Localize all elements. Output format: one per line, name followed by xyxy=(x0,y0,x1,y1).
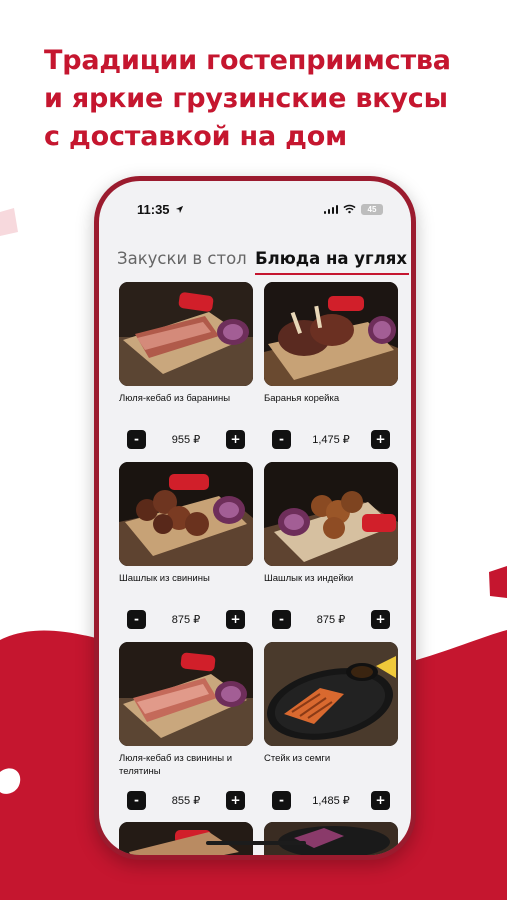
product-card[interactable] xyxy=(119,822,253,855)
tab-grill-dishes[interactable]: Блюда на углях xyxy=(255,249,409,275)
increase-button[interactable]: + xyxy=(225,429,245,449)
decrease-button[interactable]: - xyxy=(272,609,291,629)
quantity-stepper: - 955 ₽ + xyxy=(127,429,245,449)
product-price: 1,485 ₽ xyxy=(312,794,350,807)
product-card[interactable]: Люля-кебаб из свинины и телятины xyxy=(119,642,253,780)
decrease-button[interactable]: - xyxy=(272,429,291,449)
headline-line-3: с доставкой на дом xyxy=(44,121,348,152)
wifi-icon xyxy=(343,204,356,214)
product-card[interactable]: Люля-кебаб из баранины xyxy=(119,282,253,420)
lula-kebab-lamb-photo xyxy=(119,282,253,386)
lula-kebab-pork-veal-photo xyxy=(119,642,253,746)
quantity-stepper: - 875 ₽ + xyxy=(272,609,390,629)
status-time: 11:35 xyxy=(137,201,170,217)
increase-button[interactable]: + xyxy=(371,429,390,449)
quantity-stepper: - 875 ₽ + xyxy=(127,609,245,629)
product-name: Стейк из семги xyxy=(264,753,331,764)
decrease-button[interactable]: - xyxy=(272,790,291,810)
product-price: 855 ₽ xyxy=(171,794,201,807)
product-name: Шашлык из индейки xyxy=(264,573,354,584)
tab-snacks[interactable]: Закуски в стол xyxy=(117,249,247,268)
pork-shashlik-photo xyxy=(119,462,253,566)
product-price: 875 ₽ xyxy=(171,613,201,626)
home-indicator[interactable] xyxy=(206,841,306,845)
salmon-steak-photo xyxy=(264,642,398,746)
headline-line-2: и яркие грузинские вкусы xyxy=(44,83,448,114)
quantity-stepper: - 855 ₽ + xyxy=(127,790,245,810)
product-card[interactable]: Шашлык из индейки xyxy=(264,462,398,600)
product-card[interactable]: Шашлык из свинины xyxy=(119,462,253,600)
product-name: Люля-кебаб из свинины и телятины xyxy=(119,753,233,777)
category-tabs: Закуски в стол Блюда на углях xyxy=(117,249,409,275)
product-price: 1,475 ₽ xyxy=(312,433,350,446)
phone-frame: 11:35 45 Закуски в стол Блюда на углях Л… xyxy=(94,176,416,860)
battery-icon: 45 xyxy=(361,203,383,215)
decrease-button[interactable]: - xyxy=(127,429,146,449)
increase-button[interactable]: + xyxy=(370,609,390,629)
product-price: 875 ₽ xyxy=(316,613,346,626)
turkey-shashlik-photo xyxy=(264,462,398,566)
lamb-rack-photo xyxy=(264,282,398,386)
headline: Традиции гостеприимства и яркие грузинск… xyxy=(44,42,494,156)
headline-line-1: Традиции гостеприимства xyxy=(44,45,451,76)
increase-button[interactable]: + xyxy=(225,790,245,810)
product-photo xyxy=(119,822,253,855)
location-arrow-icon xyxy=(175,205,183,213)
status-bar: 11:35 45 xyxy=(99,181,411,225)
decrease-button[interactable]: - xyxy=(127,790,146,810)
product-name: Люля-кебаб из баранины xyxy=(119,393,231,404)
product-name: Баранья корейка xyxy=(264,393,340,404)
product-card[interactable]: Баранья корейка xyxy=(264,282,398,420)
product-card[interactable] xyxy=(264,822,398,855)
quantity-stepper: - 1,475 ₽ + xyxy=(272,429,390,449)
product-name: Шашлык из свинины xyxy=(119,573,210,584)
product-price: 955 ₽ xyxy=(171,433,201,446)
product-photo xyxy=(264,822,398,855)
product-card[interactable]: Стейк из семги xyxy=(264,642,398,780)
increase-button[interactable]: + xyxy=(371,790,390,810)
increase-button[interactable]: + xyxy=(225,609,245,629)
decrease-button[interactable]: - xyxy=(127,609,146,629)
quantity-stepper: - 1,485 ₽ + xyxy=(272,790,390,810)
cellular-signal-icon xyxy=(323,204,338,214)
phone-screen: 11:35 45 Закуски в стол Блюда на углях Л… xyxy=(99,181,411,855)
